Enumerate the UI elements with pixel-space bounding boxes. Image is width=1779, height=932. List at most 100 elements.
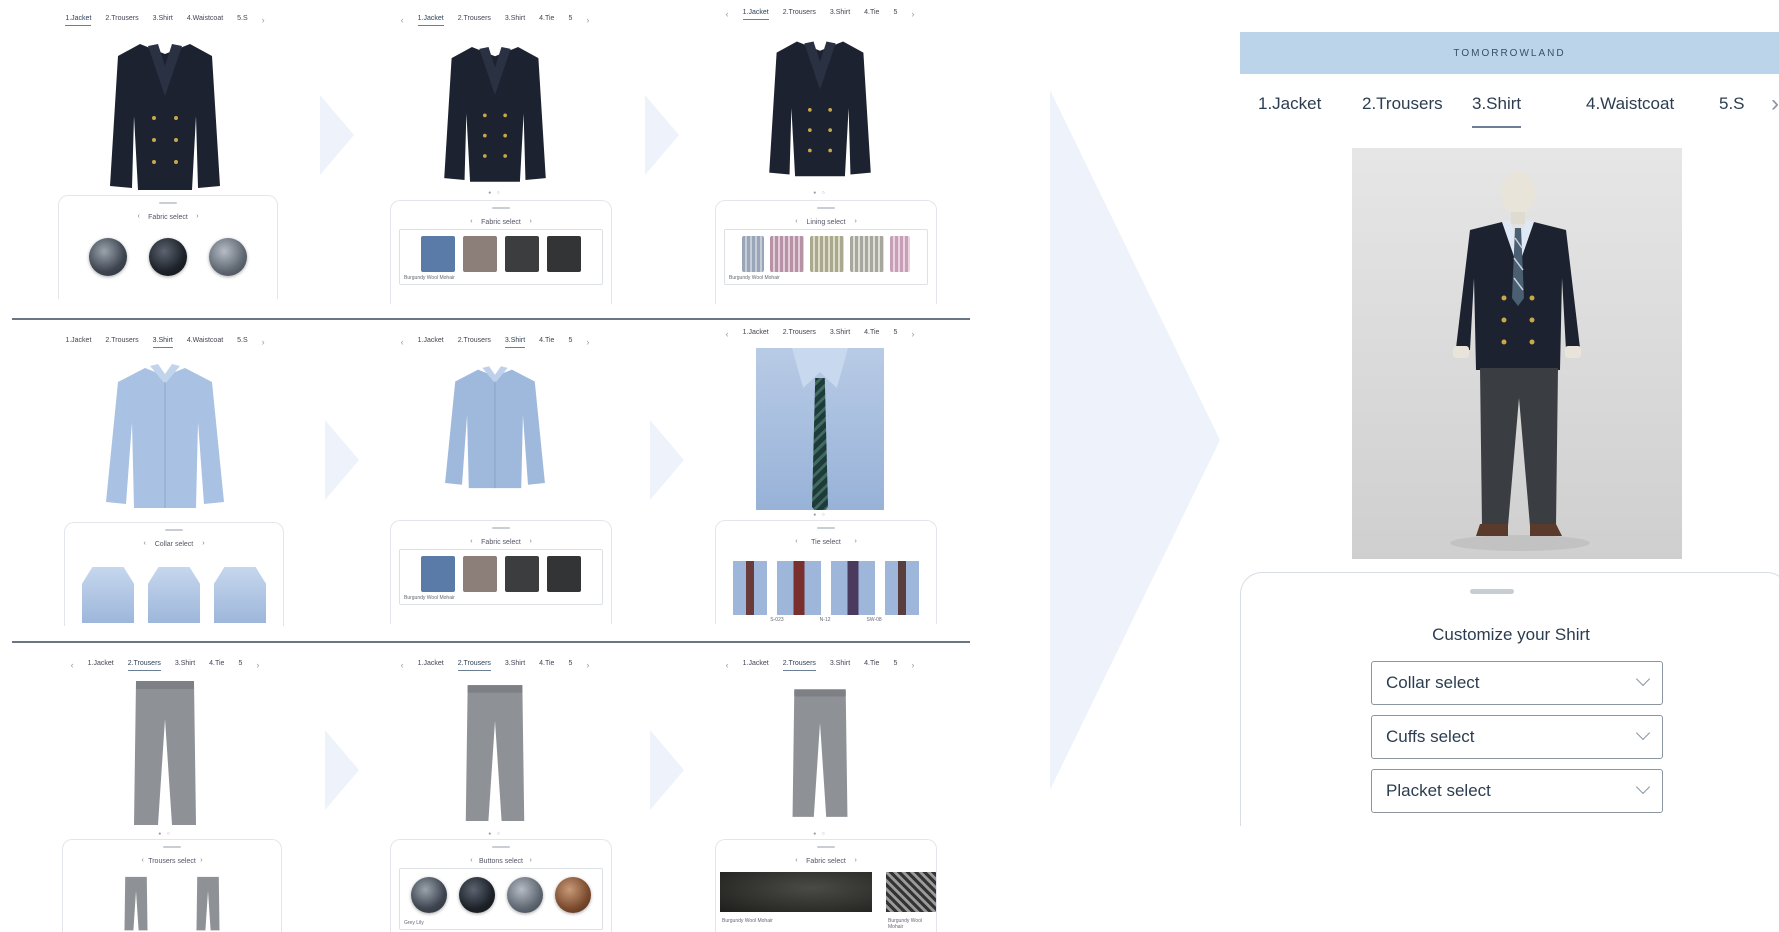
small-tab[interactable]: 5 (568, 660, 572, 671)
small-tab[interactable]: 1.Jacket (743, 660, 769, 671)
chevron-right-icon[interactable]: › (262, 337, 265, 347)
small-tab[interactable]: 1.Jacket (65, 15, 92, 26)
small-tab[interactable]: 5.S (237, 337, 248, 348)
button-option[interactable] (459, 877, 495, 913)
drag-handle[interactable] (492, 527, 510, 529)
chevron-right-icon[interactable]: › (529, 218, 531, 225)
placket-select[interactable]: Placket select (1371, 769, 1663, 813)
fabric-swatch[interactable] (463, 556, 497, 592)
drag-handle[interactable] (492, 846, 510, 848)
lining-swatch[interactable] (810, 236, 844, 272)
chevron-right-icon[interactable]: › (586, 15, 589, 25)
button-option[interactable] (555, 877, 591, 913)
chevron-right-icon[interactable]: › (911, 660, 914, 670)
chevron-right-icon[interactable]: › (911, 329, 914, 339)
small-tab[interactable]: 3.Shirt (175, 660, 195, 671)
lining-swatch[interactable] (770, 236, 804, 272)
tie-option[interactable] (777, 561, 821, 615)
small-tab[interactable]: 4.Tie (864, 9, 879, 20)
button-option[interactable] (411, 877, 447, 913)
chevron-right-icon[interactable]: › (256, 660, 259, 670)
small-tab[interactable]: 2.Trousers (458, 15, 491, 26)
drag-handle[interactable] (159, 202, 177, 204)
small-tab[interactable]: 3.Shirt (505, 15, 525, 26)
button-option[interactable] (507, 877, 543, 913)
fabric-swatch[interactable] (421, 236, 455, 272)
chevron-left-icon[interactable]: ‹ (726, 329, 729, 339)
tab-waistcoat[interactable]: 4.Waistcoat (1586, 94, 1674, 114)
lining-swatch[interactable] (850, 236, 884, 272)
small-tab[interactable]: 2.Trousers (127, 660, 162, 671)
drag-handle[interactable] (817, 207, 835, 209)
small-tab[interactable]: 4.Waistcoat (187, 337, 223, 348)
small-tab[interactable]: 5 (893, 329, 897, 340)
small-tab[interactable]: 1.Jacket (88, 660, 114, 671)
small-tab[interactable]: 2.Trousers (457, 660, 492, 671)
small-tab[interactable]: 5 (568, 337, 572, 348)
fabric-swatch[interactable] (547, 556, 581, 592)
tab-jacket[interactable]: 1.Jacket (1258, 94, 1321, 114)
small-tab[interactable]: 1.Jacket (417, 15, 444, 26)
button-option[interactable] (149, 238, 187, 276)
trousers-option[interactable] (123, 874, 149, 932)
tab-shirt[interactable]: 3.Shirt (1472, 94, 1522, 128)
fabric-swatch[interactable] (463, 236, 497, 272)
chevron-left-icon[interactable]: ‹ (401, 15, 404, 25)
small-tab[interactable]: 5.S (237, 15, 248, 26)
drag-handle[interactable] (817, 527, 835, 529)
small-tab[interactable]: 4.Tie (209, 660, 224, 671)
chevron-right-icon[interactable]: › (911, 9, 914, 19)
chevron-right-icon[interactable]: › (854, 538, 856, 545)
small-tab[interactable]: 4.Tie (539, 660, 554, 671)
small-tab[interactable]: 5 (893, 9, 897, 20)
collar-option[interactable] (214, 567, 266, 623)
small-tab[interactable]: 3.Shirt (830, 329, 850, 340)
lining-swatch[interactable] (890, 236, 910, 272)
fabric-swatch[interactable] (547, 236, 581, 272)
small-tab[interactable]: 4.Tie (539, 15, 554, 26)
small-tab[interactable]: 2.Trousers (105, 337, 138, 348)
small-tab[interactable]: 1.Jacket (743, 329, 769, 340)
chevron-left-icon[interactable]: ‹ (726, 9, 729, 19)
small-tab[interactable]: 3.Shirt (504, 337, 526, 348)
small-tab[interactable]: 2.Trousers (458, 337, 491, 348)
cuffs-select[interactable]: Cuffs select (1371, 715, 1663, 759)
small-tab[interactable]: 2.Trousers (782, 660, 817, 671)
small-tab[interactable]: 2.Trousers (783, 9, 816, 20)
tab-5[interactable]: 5.S (1719, 94, 1745, 114)
tab-trousers[interactable]: 2.Trousers (1362, 94, 1443, 114)
chevron-left-icon[interactable]: ‹ (401, 660, 404, 670)
small-tab[interactable]: 4.Tie (864, 660, 879, 671)
drag-handle[interactable] (492, 207, 510, 209)
chevron-right-icon[interactable]: › (854, 218, 856, 225)
chevron-right-icon[interactable]: › (262, 15, 265, 25)
drag-handle[interactable] (817, 846, 835, 848)
drag-handle[interactable] (163, 846, 181, 848)
small-tab[interactable]: 1.Jacket (742, 9, 769, 20)
chevron-right-icon[interactable]: › (586, 660, 589, 670)
drag-handle[interactable] (1470, 589, 1514, 594)
small-tab[interactable]: 4.Tie (864, 329, 879, 340)
trousers-option[interactable] (195, 874, 221, 932)
small-tab[interactable]: 5 (238, 660, 242, 671)
chevron-right-icon[interactable]: › (529, 538, 531, 545)
small-tab[interactable]: 4.Tie (539, 337, 554, 348)
fabric-swatch[interactable] (505, 556, 539, 592)
small-tab[interactable]: 3.Shirt (830, 660, 850, 671)
fabric-swatch[interactable] (886, 872, 936, 912)
drag-handle[interactable] (165, 529, 183, 531)
chevron-right-icon[interactable]: › (196, 213, 198, 220)
fabric-swatch[interactable] (421, 556, 455, 592)
chevron-right-icon[interactable]: › (1771, 92, 1779, 116)
small-tab[interactable]: 5 (568, 15, 572, 26)
collar-select[interactable]: Collar select (1371, 661, 1663, 705)
small-tab[interactable]: 3.Shirt (830, 9, 850, 20)
tie-option[interactable] (885, 561, 919, 615)
small-tab[interactable]: 1.Jacket (65, 337, 91, 348)
small-tab[interactable]: 3.Shirt (505, 660, 525, 671)
small-tab[interactable]: 2.Trousers (105, 15, 138, 26)
tie-option[interactable] (831, 561, 875, 615)
small-tab[interactable]: 1.Jacket (418, 660, 444, 671)
chevron-left-icon[interactable]: ‹ (71, 660, 74, 670)
fabric-swatch[interactable] (505, 236, 539, 272)
